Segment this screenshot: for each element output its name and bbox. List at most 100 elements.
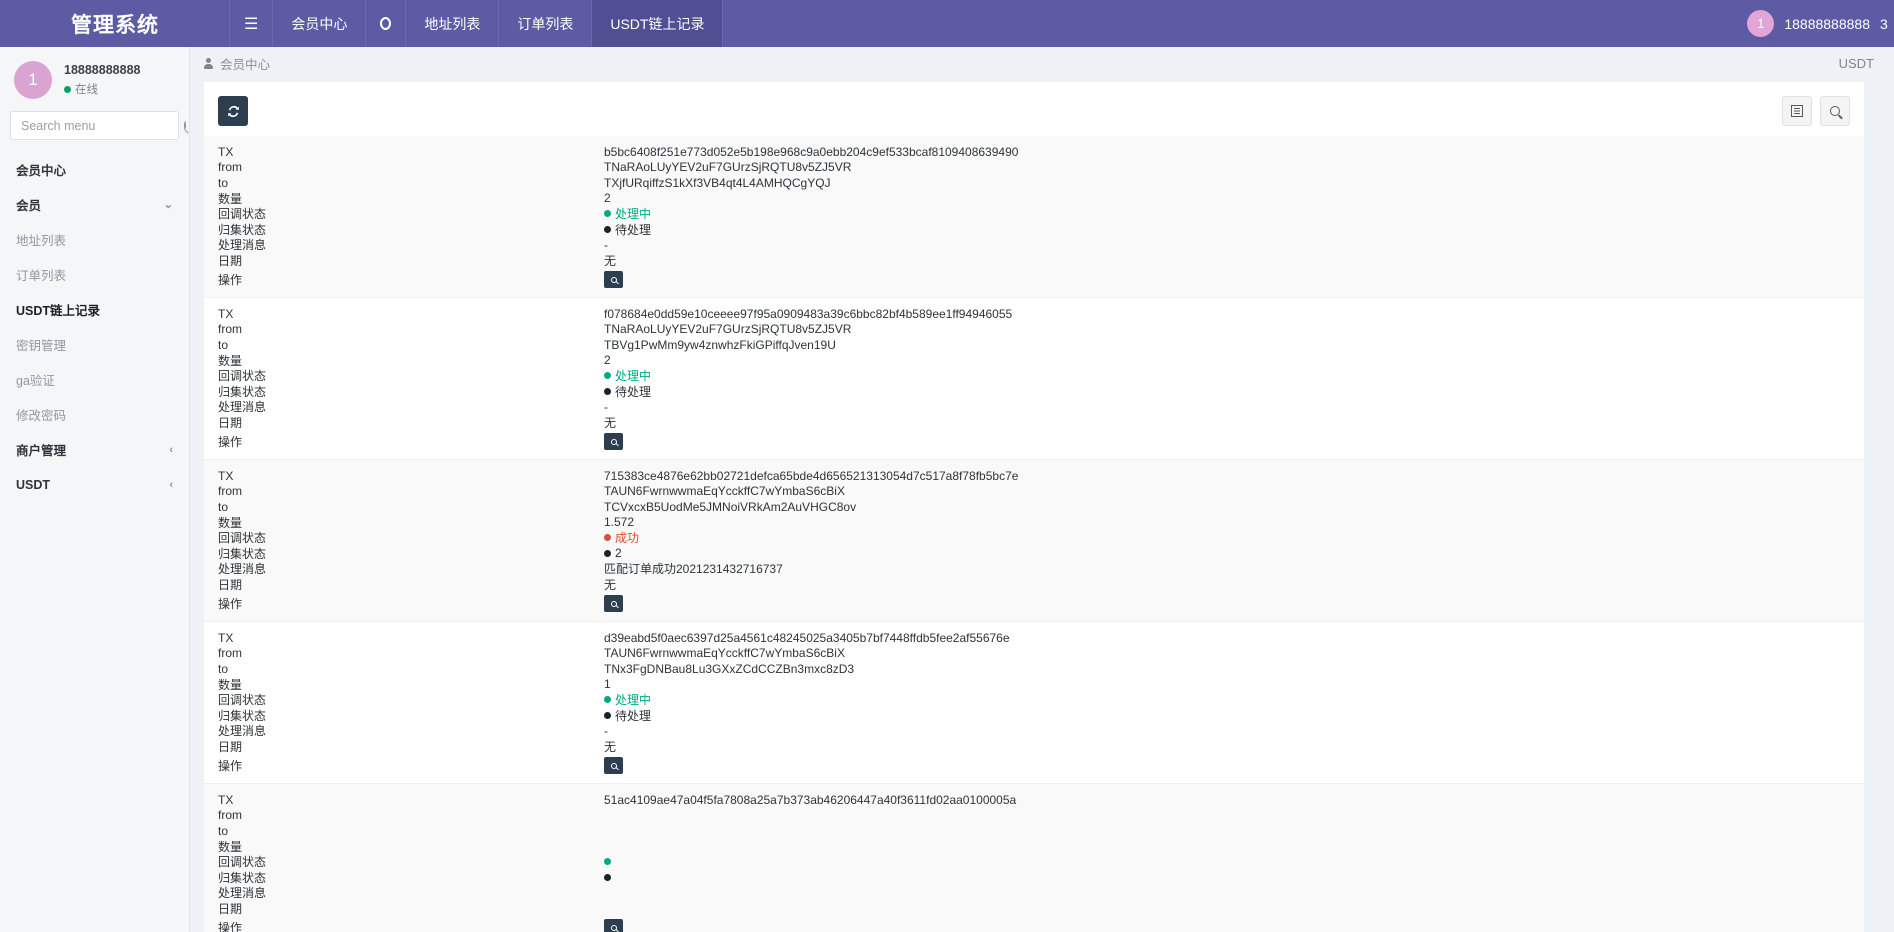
sidebar-item-merchant-management[interactable]: 商户管理 ‹ <box>0 432 189 467</box>
nav-tab-label: 地址列表 <box>424 14 480 34</box>
table-row: TXfromto数量回调状态归集状态处理消息日期操作715383ce4876e6… <box>204 460 1864 622</box>
status-dot-icon <box>604 388 611 395</box>
from-address-value: TAUN6FwrnwwmaEqYcckffC7wYmbaS6cBiX <box>604 646 1864 662</box>
status-dot-icon <box>604 874 611 881</box>
view-detail-button[interactable] <box>604 433 623 450</box>
record-label-column: TXfromto数量回调状态归集状态处理消息日期操作 <box>204 144 604 291</box>
sidebar-item-usdt-chain-records[interactable]: USDT链上记录 <box>0 292 189 327</box>
date-value: 无 <box>604 739 1864 755</box>
field-label: 操作 <box>218 430 604 453</box>
sidebar-item-label: 会员中心 <box>16 160 66 179</box>
field-label: to <box>218 175 604 191</box>
date-value <box>604 901 1864 917</box>
column-toggle-button[interactable] <box>1782 96 1812 126</box>
field-label: from <box>218 322 604 338</box>
sidebar-item-key-management[interactable]: 密钥管理 <box>0 327 189 362</box>
view-detail-button[interactable] <box>604 919 623 932</box>
sidebar-user-status: 在线 <box>64 81 140 97</box>
field-label: 数量 <box>218 353 604 369</box>
sidebar-username: 18888888888 <box>64 63 140 77</box>
sidebar-item-order-list[interactable]: 订单列表 <box>0 257 189 292</box>
search-filter-button[interactable] <box>1820 96 1850 126</box>
nav-tab-circle[interactable] <box>365 0 406 47</box>
field-label: 归集状态 <box>218 384 604 400</box>
search-icon <box>611 601 617 607</box>
nav-tab-member-center[interactable]: 会员中心 <box>272 0 366 47</box>
nav-tab-order-list[interactable]: 订单列表 <box>498 0 592 47</box>
view-detail-button[interactable] <box>604 757 623 774</box>
process-message-value: 匹配订单成功2021231432716737 <box>604 561 1864 577</box>
amount-value: 2 <box>604 191 1864 207</box>
field-label: 处理消息 <box>218 723 604 739</box>
sidebar-item-address-list[interactable]: 地址列表 <box>0 222 189 257</box>
collect-status-value: 待处理 <box>604 222 1864 238</box>
to-address-value: TNx3FgDNBau8Lu3GXxZCdCCZBn3mxc8zD3 <box>604 661 1864 677</box>
status-badge: 处理中 <box>604 206 651 222</box>
process-message-value: - <box>604 237 1864 253</box>
to-address-value: TCVxcxB5UodMe5JMNoiVRkAm2AuVHGC8ov <box>604 499 1864 515</box>
status-label: 处理中 <box>615 368 651 384</box>
hamburger-menu-button[interactable]: ☰ <box>229 0 273 47</box>
record-actions <box>604 754 1864 777</box>
record-value-column: 51ac4109ae47a04f5fa7808a25a7b373ab462064… <box>604 792 1864 932</box>
breadcrumb-right-label: USDT <box>1839 56 1874 71</box>
field-label: 回调状态 <box>218 692 604 708</box>
refresh-button[interactable] <box>218 96 248 126</box>
navbar-user-area[interactable]: 1 18888888888 3 <box>1747 0 1894 47</box>
search-icon <box>1830 106 1840 116</box>
amount-value: 1.572 <box>604 515 1864 531</box>
search-icon[interactable] <box>184 121 186 130</box>
sidebar-item-usdt[interactable]: USDT ‹ <box>0 467 189 502</box>
tx-hash-value: f078684e0dd59e10ceeee97f95a0909483a39c6b… <box>604 306 1864 322</box>
card-toolbar <box>204 82 1864 136</box>
record-value-column: 715383ce4876e62bb02721defca65bde4d656521… <box>604 468 1864 615</box>
table-row: TXfromto数量回调状态归集状态处理消息日期操作f078684e0dd59e… <box>204 298 1864 460</box>
amount-value: 2 <box>604 353 1864 369</box>
status-dot-icon <box>604 534 611 541</box>
status-badge: 待处理 <box>604 708 651 724</box>
search-menu-box[interactable] <box>10 111 179 140</box>
from-address-value: TNaRAoLUyYEV2uF7GUrzSjRQTU8v5ZJ5VR <box>604 322 1864 338</box>
sidebar-item-member[interactable]: 会员 ⌄ <box>0 187 189 222</box>
field-label: 回调状态 <box>218 368 604 384</box>
record-actions <box>604 916 1864 932</box>
status-dot-icon <box>604 210 611 217</box>
nav-tab-address-list[interactable]: 地址列表 <box>405 0 499 47</box>
field-label: 处理消息 <box>218 399 604 415</box>
status-dot-icon <box>604 712 611 719</box>
sidebar-menu: 会员中心 会员 ⌄ 地址列表 订单列表 USDT链上记录 密钥管理 ga验证 修… <box>0 152 189 502</box>
status-badge: 处理中 <box>604 368 651 384</box>
from-address-value <box>604 808 1864 824</box>
sidebar-item-member-center[interactable]: 会员中心 <box>0 152 189 187</box>
sidebar-item-label: ga验证 <box>16 370 55 389</box>
field-label: to <box>218 499 604 515</box>
view-detail-button[interactable] <box>604 271 623 288</box>
field-label: 日期 <box>218 415 604 431</box>
search-input[interactable] <box>19 118 184 134</box>
sidebar-item-ga-verification[interactable]: ga验证 <box>0 362 189 397</box>
chevron-left-icon: ‹ <box>169 444 173 456</box>
record-label-column: TXfromto数量回调状态归集状态处理消息日期操作 <box>204 630 604 777</box>
status-badge: 成功 <box>604 530 639 546</box>
records-list: TXfromto数量回调状态归集状态处理消息日期操作b5bc6408f251e7… <box>204 136 1864 932</box>
sidebar-item-change-password[interactable]: 修改密码 <box>0 397 189 432</box>
search-icon <box>611 277 617 283</box>
sidebar-item-label: 会员 <box>16 195 41 214</box>
sidebar-item-label: USDT <box>16 478 50 492</box>
field-label: from <box>218 160 604 176</box>
status-label: 待处理 <box>615 222 651 238</box>
nav-tab-label: 会员中心 <box>291 14 347 34</box>
status-dot-icon <box>604 696 611 703</box>
field-label: 数量 <box>218 839 604 855</box>
nav-tab-usdt-chain-records[interactable]: USDT链上记录 <box>591 0 723 47</box>
search-icon <box>611 763 617 769</box>
status-label: 2 <box>615 546 622 560</box>
chevron-left-icon: ‹ <box>169 479 173 491</box>
person-icon <box>204 58 213 69</box>
to-address-value: TBVg1PwMm9yw4znwhzFkiGPiffqJven19U <box>604 337 1864 353</box>
record-value-column: f078684e0dd59e10ceeee97f95a0909483a39c6b… <box>604 306 1864 453</box>
field-label: from <box>218 484 604 500</box>
callback-status-value <box>604 854 1864 870</box>
view-detail-button[interactable] <box>604 595 623 612</box>
status-badge: 待处理 <box>604 222 651 238</box>
